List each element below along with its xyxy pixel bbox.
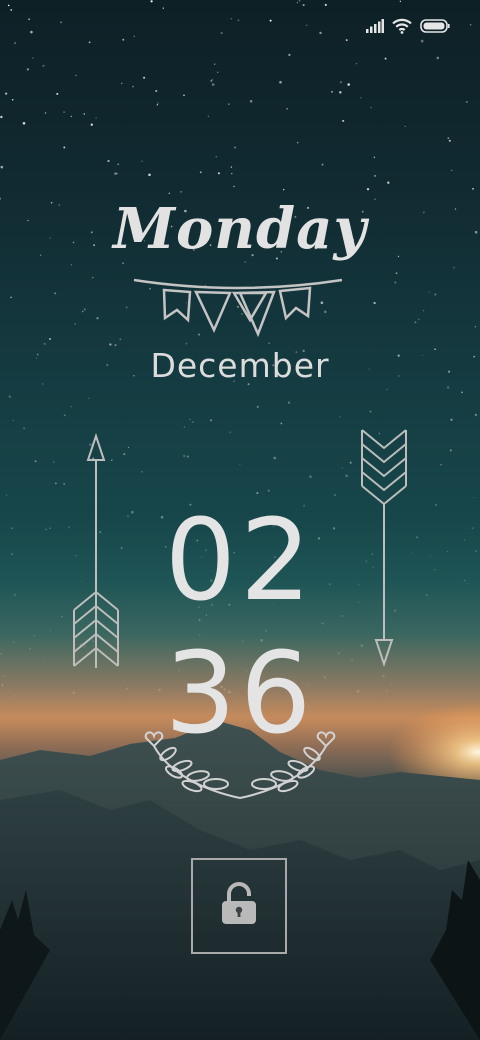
status-bar [366, 14, 450, 38]
laurel-decoration [144, 731, 336, 799]
cellular-signal-icon [366, 19, 384, 33]
clock-hours: 02 [164, 496, 316, 626]
unlock-padlock-icon [219, 881, 259, 931]
unlock-button[interactable] [191, 858, 287, 954]
month-label: December [150, 346, 330, 385]
bunting-decoration [133, 278, 343, 338]
battery-icon [420, 19, 450, 33]
day-of-week: Monday [112, 196, 368, 262]
lock-screen: Monday December 02 36 [0, 0, 480, 1040]
wifi-icon [392, 18, 412, 34]
